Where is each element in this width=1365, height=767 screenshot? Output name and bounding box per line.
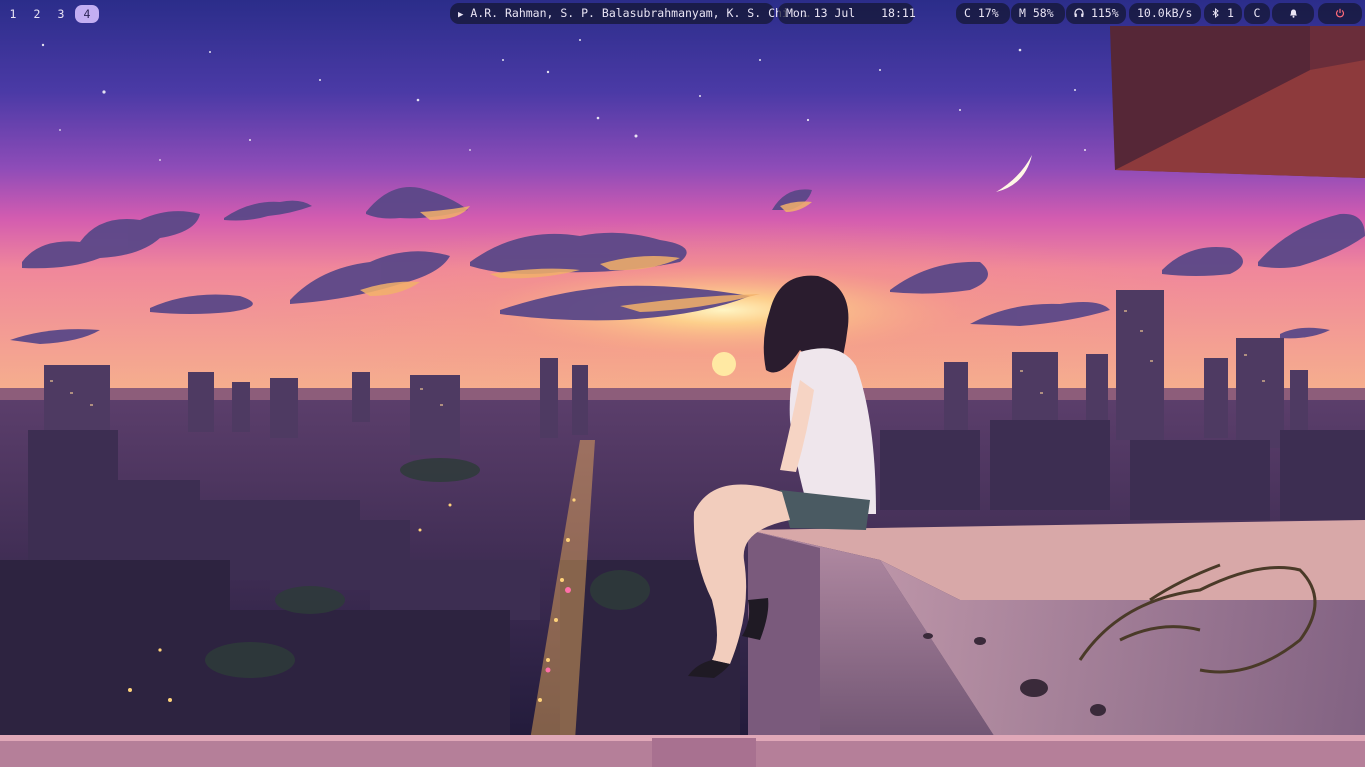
cpu-usage-value: 17% bbox=[977, 6, 999, 20]
memory-usage-value: 58% bbox=[1032, 6, 1054, 20]
workspace-button-3[interactable]: 3 bbox=[51, 5, 71, 23]
network-speed-value: 10.0kB/s bbox=[1137, 6, 1193, 20]
memory-module[interactable]: M 58% bbox=[1011, 3, 1065, 24]
volume-module[interactable]: 115% bbox=[1066, 3, 1126, 24]
top-status-bar: 1 2 3 4 ▶ A.R. Rahman, S. P. Balasubrahm… bbox=[0, 0, 1365, 26]
workspace-button-2[interactable]: 2 bbox=[27, 5, 47, 23]
power-icon bbox=[1335, 6, 1345, 20]
bluetooth-device-count: 1 bbox=[1226, 6, 1234, 20]
volume-value: 115% bbox=[1090, 6, 1119, 20]
power-button[interactable] bbox=[1318, 3, 1362, 24]
clock-module[interactable]: Mon 13 Jul 18:11 bbox=[778, 3, 916, 24]
wallpaper-image bbox=[0, 0, 1365, 767]
headphones-icon bbox=[1074, 6, 1091, 20]
now-playing-text: A.R. Rahman, S. P. Balasubrahmanyam, K. … bbox=[470, 6, 810, 20]
cpu-module[interactable]: C 17% bbox=[956, 3, 1010, 24]
extra-module[interactable]: C bbox=[1244, 3, 1270, 24]
bluetooth-icon bbox=[1212, 6, 1227, 20]
date-text: Mon 13 Jul bbox=[786, 6, 856, 20]
workspace-switcher: 1 2 3 4 bbox=[3, 3, 99, 24]
memory-label: M bbox=[1019, 6, 1026, 20]
bell-icon bbox=[1289, 6, 1298, 20]
extra-label: C bbox=[1253, 6, 1261, 20]
notifications-button[interactable] bbox=[1272, 3, 1314, 24]
network-speed-module[interactable]: 10.0kB/s bbox=[1129, 3, 1201, 24]
play-icon[interactable]: ▶ bbox=[458, 10, 463, 20]
workspace-button-4-active[interactable]: 4 bbox=[75, 5, 99, 23]
media-player-module[interactable]: ▶ A.R. Rahman, S. P. Balasubrahmanyam, K… bbox=[450, 3, 810, 24]
workspace-button-1[interactable]: 1 bbox=[3, 5, 23, 23]
bluetooth-module[interactable]: 1 bbox=[1204, 3, 1242, 24]
cpu-label: C bbox=[964, 6, 971, 20]
time-text: 18:11 bbox=[881, 6, 916, 20]
